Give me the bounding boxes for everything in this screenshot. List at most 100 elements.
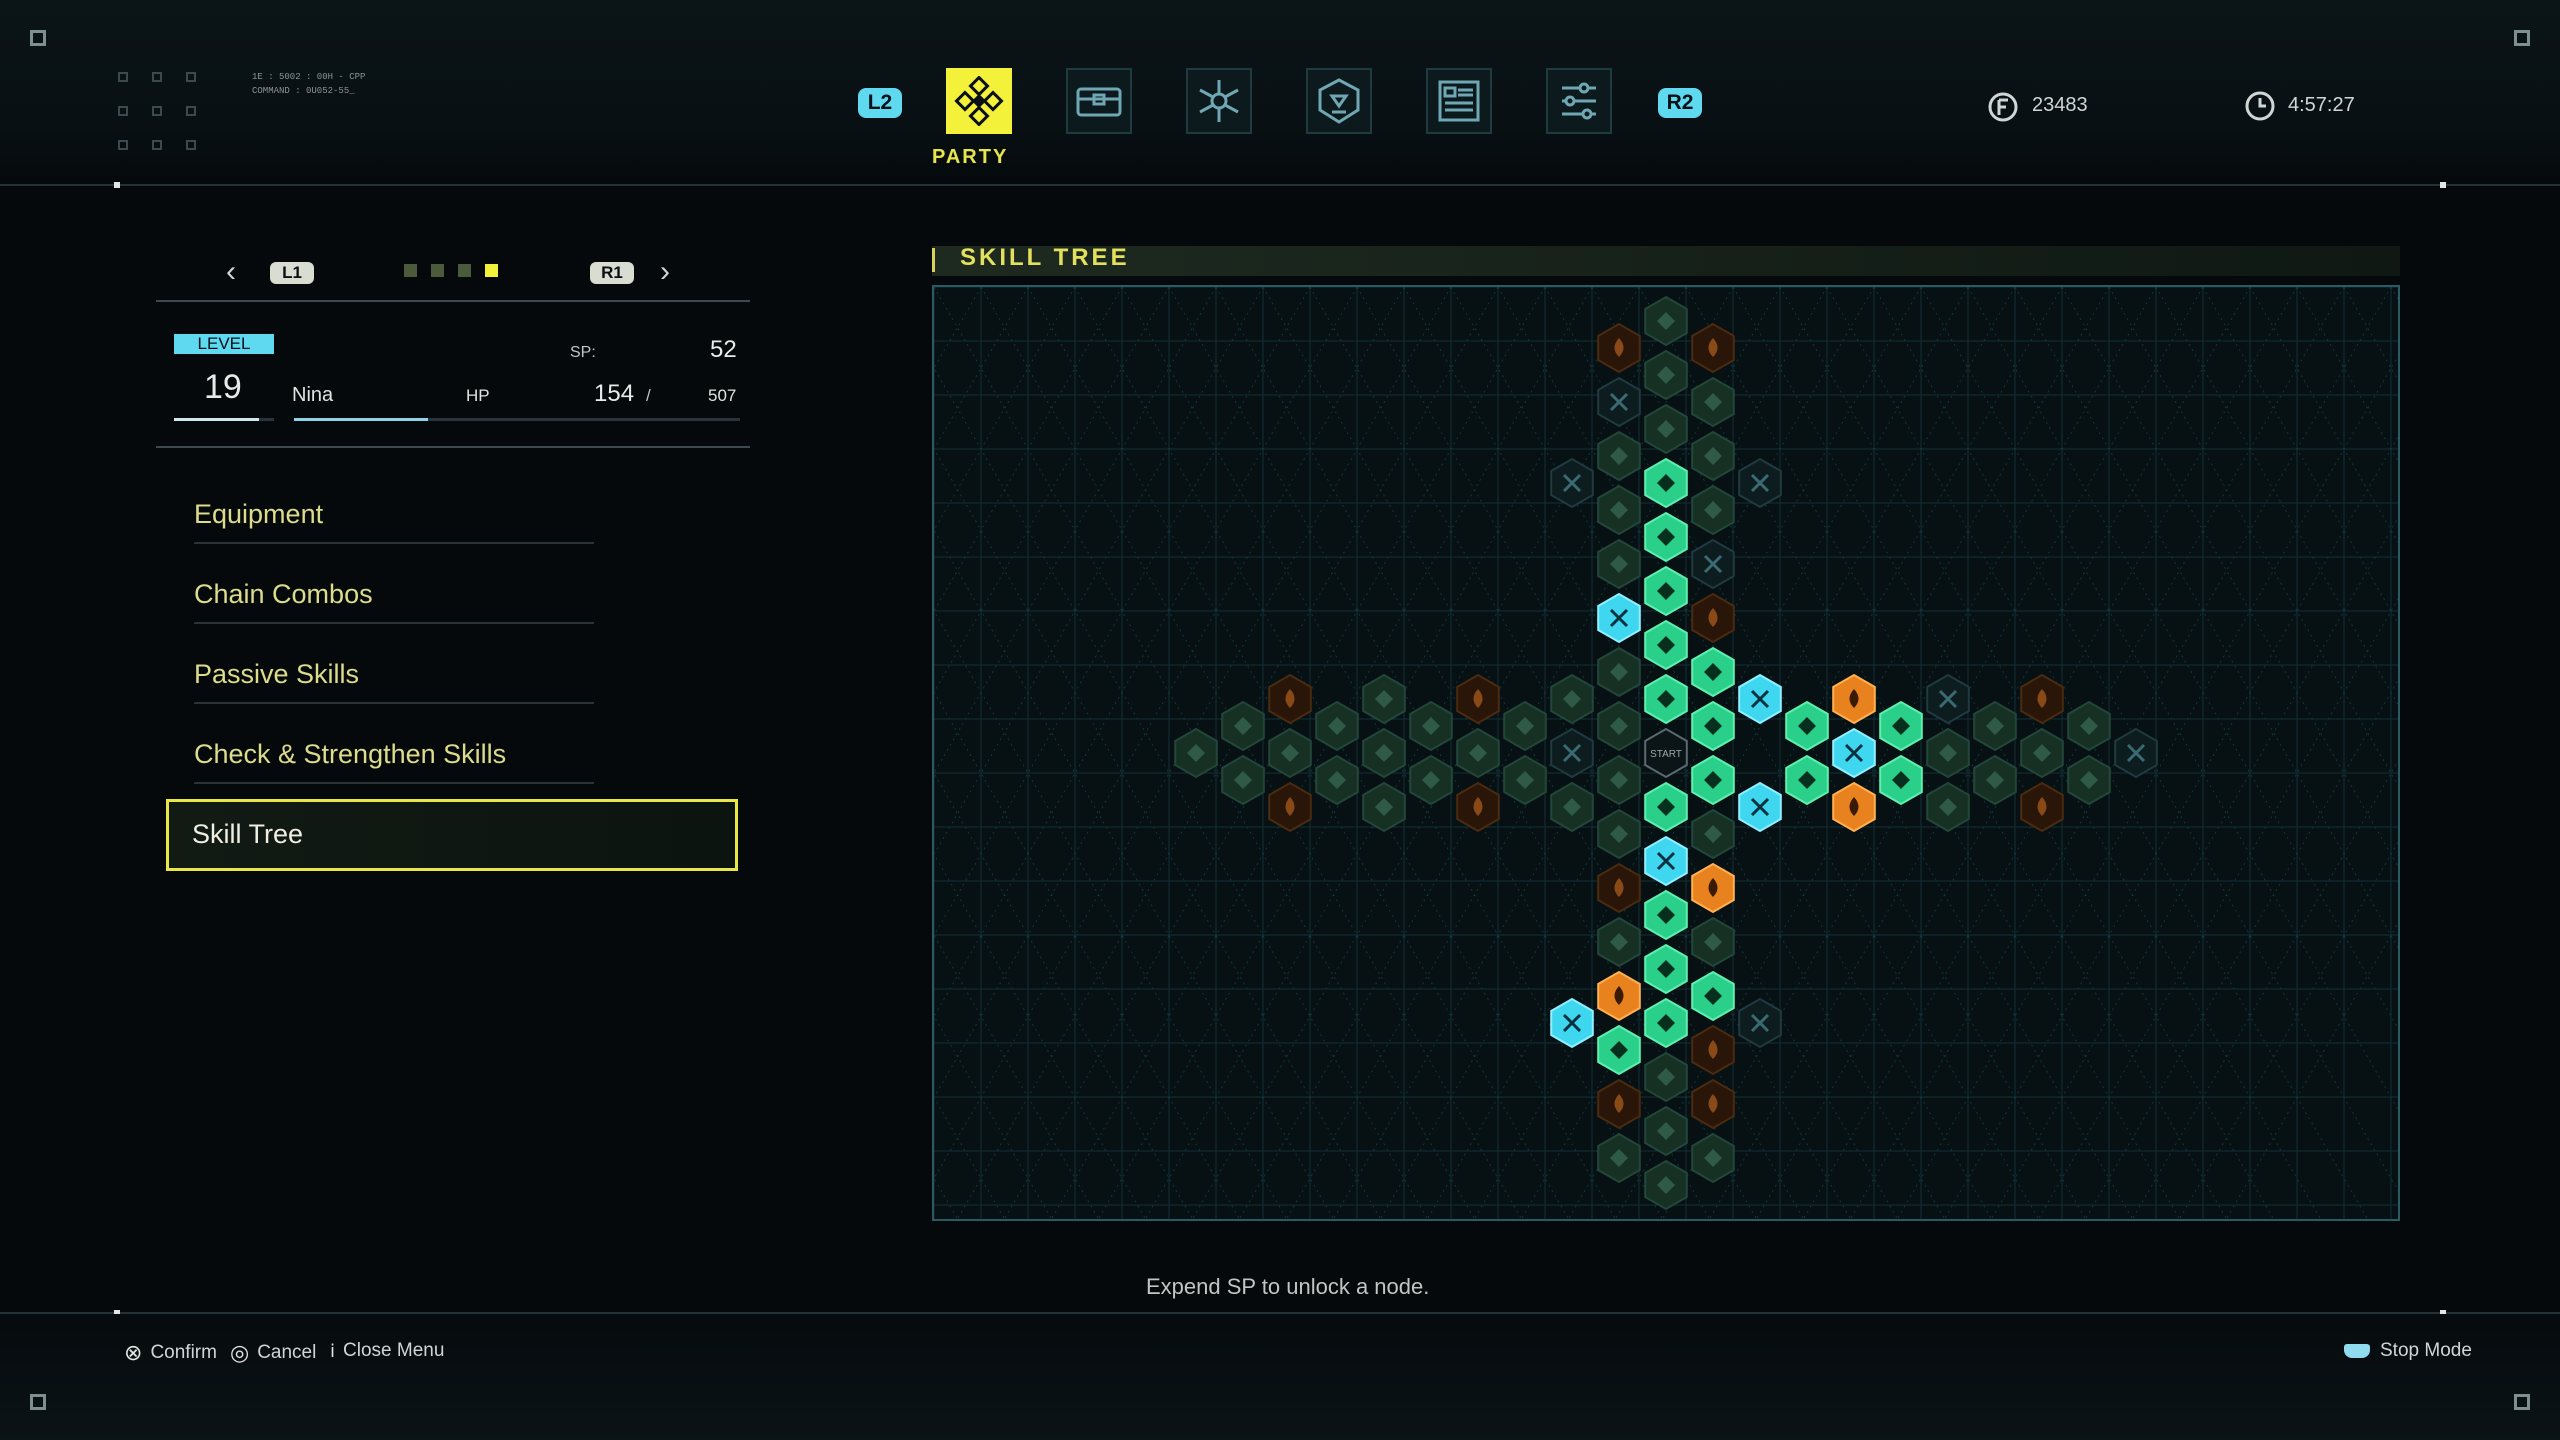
tab-party[interactable] bbox=[946, 68, 1012, 134]
skill-node-locked[interactable] bbox=[1315, 700, 1359, 752]
skill-node-locked-orange[interactable] bbox=[1456, 781, 1500, 833]
skill-node-locked[interactable] bbox=[1644, 349, 1688, 401]
skill-node-unlocked[interactable] bbox=[1644, 943, 1688, 995]
tab-data[interactable] bbox=[1426, 68, 1492, 134]
skill-node-locked[interactable] bbox=[1550, 781, 1594, 833]
skill-node-unlocked[interactable] bbox=[1644, 457, 1688, 509]
tab-journal[interactable] bbox=[1306, 68, 1372, 134]
skill-node-locked[interactable] bbox=[1174, 727, 1218, 779]
skill-node-locked[interactable] bbox=[1456, 727, 1500, 779]
skill-node-locked[interactable] bbox=[1691, 808, 1735, 860]
skill-node-special[interactable] bbox=[1597, 592, 1641, 644]
skill-node-unlocked[interactable] bbox=[1644, 511, 1688, 563]
skill-node-locked-attack[interactable] bbox=[1550, 457, 1594, 509]
skill-node-locked[interactable] bbox=[1597, 754, 1641, 806]
skill-node-locked[interactable] bbox=[1691, 916, 1735, 968]
skill-node-locked[interactable] bbox=[1268, 727, 1312, 779]
l1-button[interactable]: L1 bbox=[270, 262, 314, 284]
skill-node-locked[interactable] bbox=[1597, 916, 1641, 968]
skill-node-special[interactable] bbox=[1738, 781, 1782, 833]
skill-node-locked-orange[interactable] bbox=[1691, 1024, 1735, 1076]
skill-node-locked[interactable] bbox=[1597, 1132, 1641, 1184]
skill-node-unlocked[interactable] bbox=[1691, 970, 1735, 1022]
skill-node-unlocked[interactable] bbox=[1644, 889, 1688, 941]
skill-node-locked-orange[interactable] bbox=[1691, 322, 1735, 374]
menu-item-check-strengthen[interactable]: Check & Strengthen Skills bbox=[194, 732, 594, 784]
skill-node-special[interactable] bbox=[1644, 835, 1688, 887]
skill-node-locked[interactable] bbox=[1362, 781, 1406, 833]
skill-node-locked[interactable] bbox=[2020, 727, 2064, 779]
stop-mode-hint[interactable]: Stop Mode bbox=[2344, 1340, 2472, 1362]
l2-bumper-button[interactable]: L2 bbox=[858, 88, 902, 118]
skill-node-unlocked[interactable] bbox=[1785, 754, 1829, 806]
skill-node-locked[interactable] bbox=[1691, 484, 1735, 536]
skill-node-locked[interactable] bbox=[1221, 754, 1265, 806]
skill-node-special[interactable] bbox=[1550, 997, 1594, 1049]
skill-node-locked-orange[interactable] bbox=[2020, 781, 2064, 833]
skill-node-locked-orange[interactable] bbox=[1691, 592, 1735, 644]
tab-settings[interactable] bbox=[1546, 68, 1612, 134]
close-menu-hint[interactable]: ⅰ Close Menu bbox=[330, 1340, 444, 1362]
skill-node-unlocked[interactable] bbox=[1644, 565, 1688, 617]
skill-node-locked-attack[interactable] bbox=[2114, 727, 2158, 779]
menu-item-skill-tree[interactable]: Skill Tree bbox=[192, 812, 592, 862]
r2-bumper-button[interactable]: R2 bbox=[1658, 88, 1702, 118]
skill-node-locked[interactable] bbox=[1597, 646, 1641, 698]
skill-node-locked[interactable] bbox=[1362, 727, 1406, 779]
skill-node-orange[interactable] bbox=[1691, 862, 1735, 914]
skill-node-locked[interactable] bbox=[2067, 700, 2111, 752]
menu-item-chain-combos[interactable]: Chain Combos bbox=[194, 572, 594, 624]
skill-node-unlocked[interactable] bbox=[1879, 754, 1923, 806]
skill-node-locked-orange[interactable] bbox=[1597, 862, 1641, 914]
skill-node-start[interactable]: START bbox=[1644, 727, 1688, 779]
skill-node-locked[interactable] bbox=[1597, 484, 1641, 536]
skill-node-locked[interactable] bbox=[1691, 376, 1735, 428]
tab-inventory[interactable] bbox=[1066, 68, 1132, 134]
r1-button[interactable]: R1 bbox=[590, 262, 634, 284]
skill-node-unlocked[interactable] bbox=[1644, 781, 1688, 833]
skill-node-locked[interactable] bbox=[1691, 1132, 1735, 1184]
cancel-hint[interactable]: ◎ Cancel bbox=[230, 1340, 316, 1366]
skill-node-locked-attack[interactable] bbox=[1597, 376, 1641, 428]
skill-node-locked[interactable] bbox=[1644, 295, 1688, 347]
tab-tactics[interactable] bbox=[1186, 68, 1252, 134]
skill-node-locked[interactable] bbox=[1503, 700, 1547, 752]
skill-node-locked[interactable] bbox=[1926, 781, 1970, 833]
skill-node-unlocked[interactable] bbox=[1644, 619, 1688, 671]
skill-node-locked[interactable] bbox=[2067, 754, 2111, 806]
skill-node-special[interactable] bbox=[1832, 727, 1876, 779]
skill-node-locked[interactable] bbox=[1503, 754, 1547, 806]
menu-item-equipment[interactable]: Equipment bbox=[194, 492, 594, 544]
skill-node-locked[interactable] bbox=[1644, 403, 1688, 455]
skill-node-orange[interactable] bbox=[1832, 781, 1876, 833]
skill-node-unlocked[interactable] bbox=[1691, 700, 1735, 752]
skill-node-locked-attack[interactable] bbox=[1691, 538, 1735, 590]
skill-node-locked[interactable] bbox=[1409, 700, 1453, 752]
skill-node-locked[interactable] bbox=[1221, 700, 1265, 752]
skill-node-locked[interactable] bbox=[1644, 1051, 1688, 1103]
skill-node-locked[interactable] bbox=[1597, 808, 1641, 860]
next-character-arrow[interactable]: › bbox=[660, 257, 680, 287]
skill-node-locked[interactable] bbox=[1409, 754, 1453, 806]
skill-node-unlocked[interactable] bbox=[1597, 1024, 1641, 1076]
skill-node-locked[interactable] bbox=[1597, 700, 1641, 752]
skill-node-locked[interactable] bbox=[1644, 1159, 1688, 1211]
skill-node-unlocked[interactable] bbox=[1785, 700, 1829, 752]
skill-node-unlocked[interactable] bbox=[1644, 997, 1688, 1049]
skill-node-locked-attack[interactable] bbox=[1550, 727, 1594, 779]
skill-node-unlocked[interactable] bbox=[1691, 754, 1735, 806]
skill-node-locked[interactable] bbox=[1644, 1105, 1688, 1157]
skill-node-locked[interactable] bbox=[1597, 430, 1641, 482]
skill-node-locked-attack[interactable] bbox=[1738, 997, 1782, 1049]
skill-node-locked[interactable] bbox=[1973, 754, 2017, 806]
skill-node-unlocked[interactable] bbox=[1691, 646, 1735, 698]
skill-node-locked[interactable] bbox=[1597, 538, 1641, 590]
skill-node-locked-attack[interactable] bbox=[1738, 457, 1782, 509]
prev-character-arrow[interactable]: ‹ bbox=[226, 257, 246, 287]
menu-item-passive-skills[interactable]: Passive Skills bbox=[194, 652, 594, 704]
skill-node-locked[interactable] bbox=[1315, 754, 1359, 806]
skill-node-locked-orange[interactable] bbox=[1268, 781, 1312, 833]
confirm-hint[interactable]: ⊗ Confirm bbox=[124, 1340, 217, 1366]
skill-node-orange[interactable] bbox=[1597, 970, 1641, 1022]
skill-node-locked-orange[interactable] bbox=[1597, 322, 1641, 374]
